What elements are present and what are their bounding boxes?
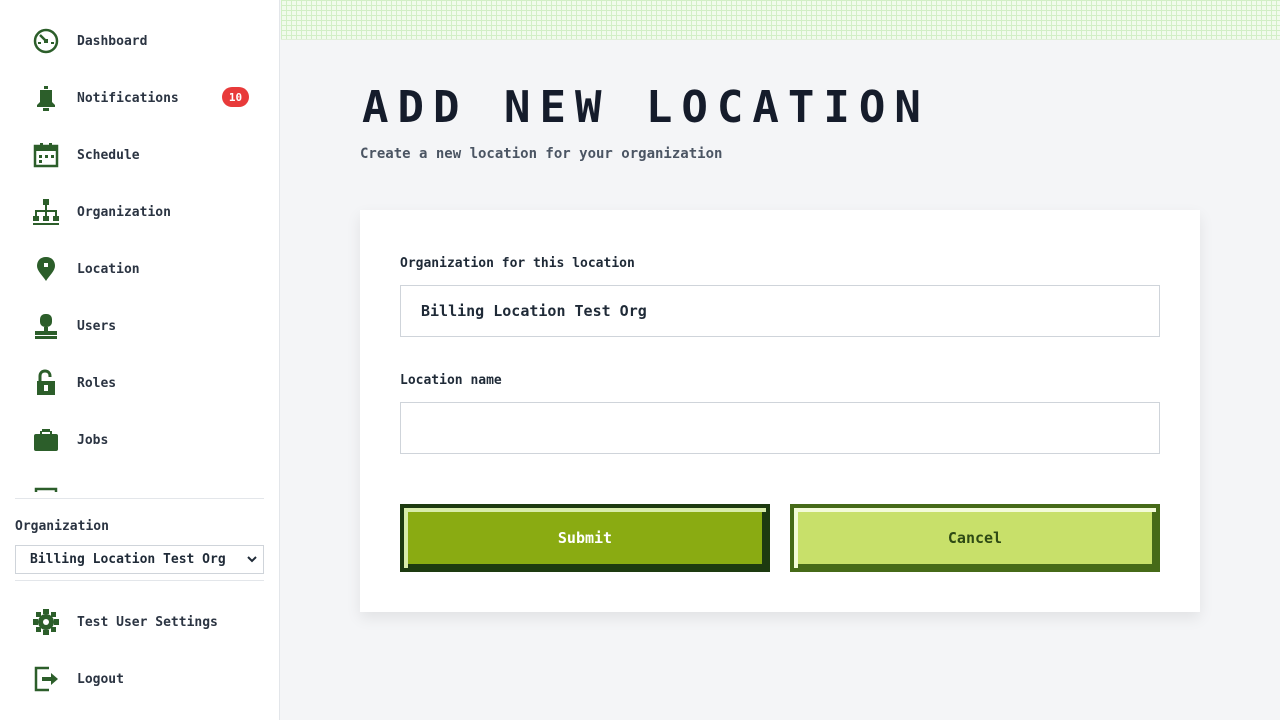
page-subtitle: Create a new location for your organizat… <box>360 146 723 162</box>
logout-icon <box>30 663 62 695</box>
sidebar-item-jobs[interactable]: Jobs <box>30 424 265 456</box>
sidebar-item-label: Organization <box>77 204 171 220</box>
sidebar-item-label: Dashboard <box>77 33 148 49</box>
bell-icon <box>30 82 62 114</box>
sidebar-nav: Dashboard Notifications 10 Schedule Orga… <box>0 0 279 492</box>
sidebar-item-dashboard[interactable]: Dashboard <box>30 25 265 57</box>
sidebar-item-schedule[interactable]: Schedule <box>30 139 265 171</box>
organization-select[interactable]: Billing Location Test Org <box>15 545 264 574</box>
cancel-button[interactable]: Cancel <box>790 504 1160 572</box>
sidebar-item-label: Roles <box>77 375 117 391</box>
user-icon <box>30 310 62 342</box>
sidebar-item-label: Jobs <box>77 432 109 448</box>
sidebar-item-label: Notifications <box>77 90 179 106</box>
dashboard-icon <box>30 25 62 57</box>
sidebar-item-users[interactable]: Users <box>30 310 265 342</box>
sidebar-item-label: Schedule <box>77 147 140 163</box>
sidebar-item-label: Test User Settings <box>77 614 218 630</box>
org-field-label: Organization for this location <box>400 256 635 271</box>
document-icon <box>30 481 62 492</box>
location-pin-icon <box>30 253 62 285</box>
lock-icon <box>30 367 62 399</box>
organization-label: Organization <box>15 519 109 534</box>
notification-badge: 10 <box>222 87 249 107</box>
gear-icon <box>30 606 62 638</box>
sidebar-item-label: Users <box>77 318 117 334</box>
sidebar-divider <box>15 498 264 499</box>
sidebar-item-notifications[interactable]: Notifications 10 <box>30 82 265 114</box>
briefcase-icon <box>30 424 62 456</box>
organization-input[interactable] <box>400 285 1160 337</box>
page-title: ADD NEW LOCATION <box>362 82 930 133</box>
sidebar-item-roles[interactable]: Roles <box>30 367 265 399</box>
sidebar-item-location[interactable]: Location <box>30 253 265 285</box>
submit-button[interactable]: Submit <box>400 504 770 572</box>
organization-select-value: Billing Location Test Org <box>30 552 226 567</box>
location-name-label: Location name <box>400 373 502 388</box>
org-chart-icon <box>30 196 62 228</box>
sidebar: Dashboard Notifications 10 Schedule Orga… <box>0 0 280 720</box>
sidebar-item-organization[interactable]: Organization <box>30 196 265 228</box>
chevron-down-icon <box>247 556 257 563</box>
sidebar-item-user-settings[interactable]: Test User Settings <box>30 606 265 638</box>
location-form-card: Organization for this location Location … <box>360 210 1200 612</box>
header-grid-pattern <box>281 0 1280 40</box>
location-name-input[interactable] <box>400 402 1160 454</box>
sidebar-item-logout[interactable]: Logout <box>30 663 265 695</box>
calendar-icon <box>30 139 62 171</box>
sidebar-item-partial[interactable] <box>30 481 265 492</box>
sidebar-item-label: Location <box>77 261 140 277</box>
sidebar-item-label: Logout <box>77 671 124 687</box>
sidebar-divider <box>15 580 264 581</box>
